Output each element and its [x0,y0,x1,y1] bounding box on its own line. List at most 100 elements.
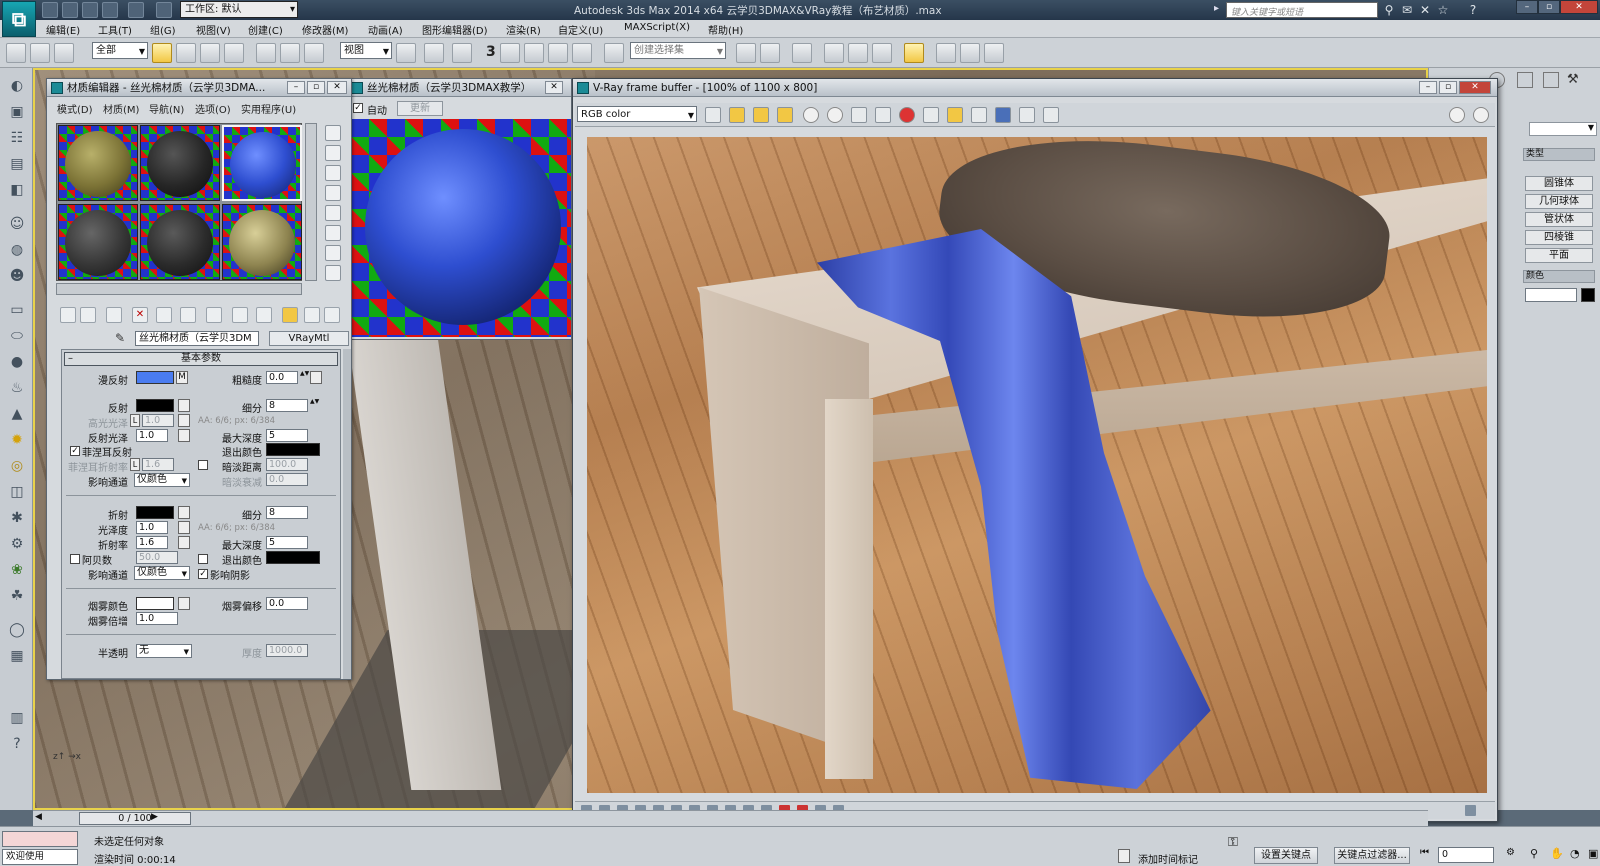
minimize-button[interactable]: – [1516,0,1538,14]
select-rotate-icon[interactable] [280,43,300,63]
render-setup-icon[interactable] [936,43,956,63]
diffuse-map-button[interactable]: M [176,371,188,384]
animal-icon[interactable]: ☘ [6,586,28,606]
percent-snap-icon[interactable] [548,43,568,63]
exchange-icon[interactable]: ✕ [1418,3,1432,17]
menu-edit[interactable]: 编辑(E) [46,22,80,37]
vfb-maximize-button[interactable]: ▫ [1439,81,1457,94]
object-name-field[interactable] [1525,288,1577,302]
undo-icon[interactable] [102,2,118,18]
help-question-icon[interactable]: ? [6,734,28,754]
options-icon[interactable] [325,245,341,261]
roughness-spinner[interactable]: ▲▼ [300,371,309,384]
light-icon[interactable]: ✹ [6,430,28,450]
foliage-icon[interactable]: ❀ [6,560,28,580]
save-file-icon[interactable] [82,2,98,18]
channel-dropdown[interactable]: RGB color ▼ [577,106,697,122]
duplicate-to-mtl-icon[interactable] [923,107,939,123]
time-slider-thumb[interactable]: 0 / 100 [79,812,191,825]
named-selection-dropdown[interactable]: 创建选择集 ▼ [630,42,726,59]
layer-manager-icon[interactable] [792,43,812,63]
fog-color-swatch[interactable] [136,597,174,610]
unlink-icon[interactable] [30,43,50,63]
resize-grip-icon[interactable] [1465,805,1476,816]
menu-group[interactable]: 组(G) [150,22,176,37]
hilight-gloss-input[interactable]: 1.0 [142,414,174,427]
new-file-icon[interactable] [42,2,58,18]
hilight-gloss-map-button[interactable] [178,414,190,427]
fog-bias-input[interactable]: 0.0 [266,597,308,610]
teapot-icon[interactable]: ♨ [6,378,28,398]
sample-slot-selected[interactable] [222,125,302,201]
material-editor-title-bar[interactable]: 材质编辑器 - 丝光棉材质（云学贝3DMA... [47,79,351,97]
utilities-icon[interactable] [1543,72,1559,88]
max-depth-input[interactable]: 5 [266,429,308,442]
create-tab-icon[interactable]: ◐ [6,76,28,96]
menu-maxscript[interactable]: MAXScript(X) [624,22,690,33]
slots-hscrollbar[interactable] [56,283,302,295]
prev-frame-icon[interactable]: ◀ [35,812,42,822]
me-menu-mode[interactable]: 模式(D) [57,101,93,116]
material-id-icon[interactable] [232,307,248,323]
selection-filter-dropdown[interactable]: 全部 ▼ [92,42,148,59]
material-type-button[interactable]: VRayMtl [269,331,349,346]
vfb-close-button[interactable]: ✕ [1459,81,1491,94]
material-name-field[interactable]: 丝光棉材质（云学贝3DM [135,331,259,346]
open-file-icon[interactable] [62,2,78,18]
redo-icon[interactable] [128,2,144,18]
favorites-icon[interactable]: ☆ [1436,3,1450,17]
me-maximize-button[interactable]: ▫ [307,81,325,94]
refract-max-depth-input[interactable]: 5 [266,536,308,549]
select-by-name-icon[interactable] [176,43,196,63]
snaps-toggle-icon[interactable] [500,43,520,63]
display-tab-icon[interactable]: ◧ [6,180,28,200]
menu-modifiers[interactable]: 修改器(M) [302,22,348,37]
character-icon[interactable]: ◍ [6,240,28,260]
menu-customize[interactable]: 自定义(U) [558,22,603,37]
snap-toggle-label[interactable]: 3 [486,44,496,60]
spacewarp-icon[interactable]: ✱ [6,508,28,528]
chevron-down-icon[interactable]: ▼ [1529,122,1597,136]
sphere-shade-icon[interactable]: ◯ [6,620,28,640]
sample-slot[interactable] [140,204,220,280]
orbit-icon[interactable]: ◔ [1570,847,1580,860]
eyedropper-icon[interactable]: ✎ [115,331,131,346]
menu-rendering[interactable]: 渲染(R) [506,22,541,37]
align-icon[interactable] [760,43,780,63]
geosphere-button[interactable]: 几何球体 [1525,194,1593,209]
reflect-color-swatch[interactable] [136,399,174,412]
menu-help[interactable]: 帮助(H) [708,22,743,37]
basic-parameters-rollout[interactable]: – 基本参数 [64,352,338,366]
select-by-material-icon[interactable] [325,265,341,281]
plane-button[interactable]: 平面 [1525,248,1593,263]
object-color-swatch[interactable] [1581,288,1595,302]
maximize-button[interactable]: ▫ [1538,0,1560,14]
put-to-library-icon[interactable] [206,307,222,323]
go-forward-sibling-icon[interactable] [324,307,340,323]
roughness-input[interactable]: 0.0 [266,371,298,384]
exit-color-swatch[interactable] [266,443,320,456]
diffuse-color-swatch[interactable] [136,371,174,384]
cone-button[interactable]: 圆锥体 [1525,176,1593,191]
refract-color-swatch[interactable] [136,506,174,519]
keyboard-shortcut-icon[interactable] [452,43,472,63]
material-editor-icon[interactable] [904,43,924,63]
video-check-icon[interactable] [325,205,341,221]
fresnel-ior-input[interactable]: 1.6 [142,458,174,471]
dim-falloff-input[interactable]: 0.0 [266,473,308,486]
refract-exit-color-swatch[interactable] [266,551,320,564]
sample-slot[interactable] [58,125,138,201]
rendered-frame-window-icon[interactable] [960,43,980,63]
preview-title-bar[interactable]: 丝光棉材质（云学贝3DMAX教学） [347,79,571,97]
abbe-input[interactable]: 50.0 [136,551,178,564]
angle-snap-icon[interactable] [524,43,544,63]
select-manipulate-icon[interactable] [424,43,444,63]
key-filters-button[interactable]: 关键点过滤器... [1334,847,1410,864]
time-config-icon[interactable]: ⚙ [1506,847,1515,858]
me-menu-material[interactable]: 材质(M) [103,101,139,116]
roughness-map-button[interactable] [310,371,322,384]
refract-exit-color-checkbox[interactable] [198,554,208,564]
search-arrow-icon[interactable]: ▸ [1214,3,1219,14]
auto-update-checkbox[interactable]: ✓ [353,103,363,113]
fog-multiplier-input[interactable]: 1.0 [136,612,178,625]
